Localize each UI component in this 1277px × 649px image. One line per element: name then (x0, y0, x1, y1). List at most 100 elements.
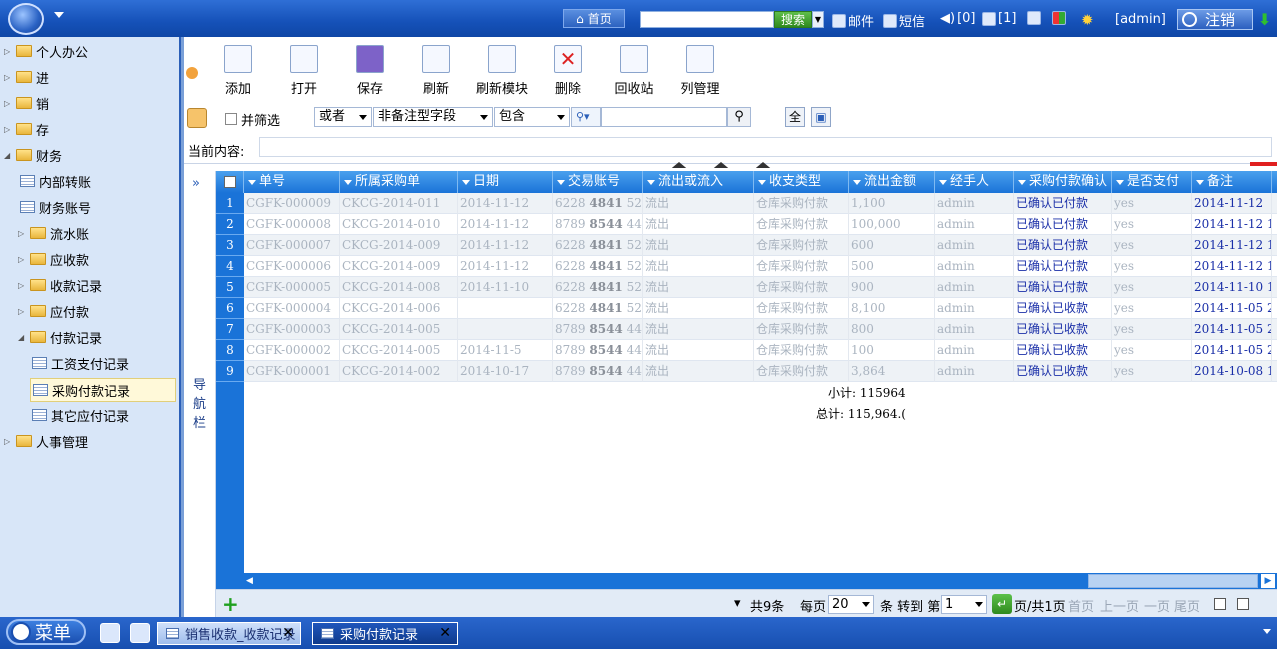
column-header[interactable]: 日期 (458, 171, 553, 193)
current-user: [admin] (1115, 12, 1166, 27)
sidebar-item-purchase-payments[interactable]: 采购付款记录 (30, 378, 176, 402)
column-header[interactable]: 备注 (1192, 171, 1272, 193)
last-page-link[interactable]: 尾页 (1174, 596, 1200, 615)
sidebar-item-payable[interactable]: ▷ 应付款 (18, 301, 89, 321)
table-row[interactable]: CGFK-000006 CKCG-2014-009 2014-11-12 6228 4… (244, 256, 1277, 277)
search-button[interactable]: 搜索 (774, 11, 812, 28)
search-dropdown[interactable]: ▼ (812, 11, 824, 28)
field-select[interactable]: 非备注型字段 (373, 107, 493, 127)
table-row[interactable]: CGFK-000002 CKCG-2014-005 2014-11-5 8789 85… (244, 340, 1277, 361)
sidebar-item-journal[interactable]: ▷ 流水账 (18, 223, 89, 243)
logic-select[interactable]: 或者 (314, 107, 372, 127)
ie-icon[interactable] (100, 623, 120, 643)
next-page-link[interactable]: 一页 (1144, 596, 1170, 615)
table-row[interactable]: CGFK-000007 CKCG-2014-009 2014-11-12 6228 4… (244, 235, 1277, 256)
app-logo[interactable] (8, 3, 44, 35)
sound-link[interactable]: ◀) [0] (940, 11, 976, 26)
save-button[interactable]: 保存 (340, 45, 400, 101)
collapse-handle[interactable] (671, 162, 687, 168)
table-row[interactable]: CGFK-000003CKCG-2014-005 8789 8544 4444流出… (244, 319, 1277, 340)
sidebar-item-other-payables[interactable]: 其它应付记录 (32, 405, 129, 425)
collapse-handle[interactable] (755, 162, 771, 168)
list-view-icon[interactable] (1214, 598, 1226, 610)
first-page-link[interactable]: 首页 (1068, 596, 1094, 615)
table-row[interactable]: CGFK-000008 CKCG-2014-010 2014-11-12 8789 8… (244, 214, 1277, 235)
scroll-left-icon[interactable]: ◀ (246, 576, 253, 586)
refresh-button[interactable]: 刷新 (406, 45, 466, 101)
table-row[interactable]: CGFK-000009 CKCG-2014-011 2014-11-12 6228 4… (244, 193, 1277, 214)
sidebar-item-receipts[interactable]: ▷ 收款记录 (18, 275, 102, 295)
nav-panel[interactable]: » 导航栏 (184, 171, 216, 617)
task-tab-sales-receipts[interactable]: 销售收款_收款记录 ✕ (157, 622, 301, 645)
sms-link[interactable]: 短信 (883, 11, 925, 30)
save-filter-icon[interactable]: ▣ (811, 107, 831, 127)
sidebar-item-finance-account[interactable]: 财务账号 (20, 197, 91, 217)
table-row[interactable]: CGFK-000001 CKCG-2014-002 2014-10-17 8789 8… (244, 361, 1277, 382)
layout-button[interactable] (1027, 11, 1041, 25)
open-button[interactable]: 打开 (274, 45, 334, 101)
page-select[interactable]: 1 (941, 595, 987, 614)
recycle-bin-button[interactable]: 回收站 (604, 45, 664, 101)
sidebar-item-hr[interactable]: ▷ 人事管理 (4, 431, 88, 451)
sidebar-item-stock[interactable]: ▷ 存 (4, 119, 49, 139)
search-mode-dropdown[interactable]: ⚲▾ (571, 107, 601, 127)
notice-link[interactable]: [1] (982, 11, 1016, 26)
add-button[interactable]: 添加 (208, 45, 268, 101)
table-row[interactable]: CGFK-000004CKCG-2014-006 6228 4841 5231流出… (244, 298, 1277, 319)
settings-button[interactable]: ✹ (1081, 11, 1094, 29)
go-icon[interactable]: ↵ (992, 594, 1012, 614)
start-menu-button[interactable]: 菜单 (6, 619, 86, 645)
column-manage-button[interactable]: 列管理 (670, 45, 730, 101)
chevron-down-icon[interactable] (1263, 629, 1271, 634)
operator-select[interactable]: 包含 (494, 107, 570, 127)
column-header[interactable]: 单号 (244, 171, 340, 193)
filter-settings-icon[interactable] (187, 108, 207, 128)
column-header[interactable]: 所属采购单 (340, 171, 458, 193)
column-header[interactable]: 流出金额 (849, 171, 935, 193)
scroll-thumb[interactable] (1088, 574, 1258, 588)
refresh-module-button[interactable]: 刷新模块 (472, 45, 532, 101)
download-arrow-icon[interactable]: ⬇ (1258, 10, 1271, 29)
combine-filter-checkbox[interactable] (225, 113, 237, 125)
close-icon[interactable]: ✕ (282, 625, 294, 641)
filter-value-input[interactable] (601, 107, 727, 127)
sidebar-item-finance[interactable]: ◢ 财务 (4, 145, 62, 165)
sidebar-item-purchase[interactable]: ▷ 进 (4, 67, 49, 87)
horizontal-scrollbar[interactable]: ◀ ▶ (244, 573, 1277, 589)
prev-page-link[interactable]: 上一页 (1100, 596, 1139, 615)
sidebar-item-receivable[interactable]: ▷ 应收款 (18, 249, 89, 269)
theme-button[interactable] (1052, 11, 1066, 25)
grid-view-icon[interactable] (1237, 598, 1249, 610)
close-icon[interactable]: ✕ (439, 625, 451, 641)
column-header[interactable]: 经手人 (935, 171, 1014, 193)
chevron-down-icon[interactable] (54, 12, 64, 18)
column-header[interactable]: 是否支付 (1112, 171, 1192, 193)
mail-link[interactable]: 邮件 (832, 11, 874, 30)
table-row[interactable]: CGFK-000005 CKCG-2014-008 2014-11-10 6228 4… (244, 277, 1277, 298)
task-tab-purchase-payments[interactable]: 采购付款记录 ✕ (312, 622, 458, 645)
column-header[interactable]: 流出或流入 (643, 171, 754, 193)
scroll-right-icon[interactable]: ▶ (1261, 574, 1275, 588)
sidebar-item-salary-payments[interactable]: 工资支付记录 (32, 353, 129, 373)
desktop-grid-icon[interactable] (130, 623, 150, 643)
home-button[interactable]: ⌂ 首页 (563, 9, 625, 28)
sidebar-item-sales[interactable]: ▷ 销 (4, 93, 49, 113)
collapse-handle[interactable] (713, 162, 729, 168)
per-page-select[interactable]: 20 (828, 595, 874, 614)
search-icon[interactable]: ⚲ (727, 107, 751, 127)
logout-button[interactable]: 注销 (1177, 9, 1253, 30)
sidebar-item-payments[interactable]: ◢ 付款记录 (18, 327, 102, 347)
sidebar-item-personal[interactable]: ▷ 个人办公 (4, 41, 88, 61)
pager-dropdown-icon[interactable]: ▾ (734, 596, 741, 611)
select-all-button[interactable]: 全 (785, 107, 805, 127)
current-content-field[interactable] (259, 137, 1272, 157)
expand-icon[interactable]: » (192, 176, 200, 191)
add-row-icon[interactable]: + (222, 592, 239, 616)
delete-button[interactable]: ✕ 删除 (538, 45, 598, 101)
column-header[interactable]: 采购付款确认 (1014, 171, 1112, 193)
select-all-checkbox[interactable] (216, 171, 244, 193)
sidebar-item-internal-transfer[interactable]: 内部转账 (20, 171, 91, 191)
column-header[interactable]: 交易账号 (553, 171, 643, 193)
column-header[interactable]: 收支类型 (754, 171, 849, 193)
search-input[interactable] (640, 11, 774, 28)
